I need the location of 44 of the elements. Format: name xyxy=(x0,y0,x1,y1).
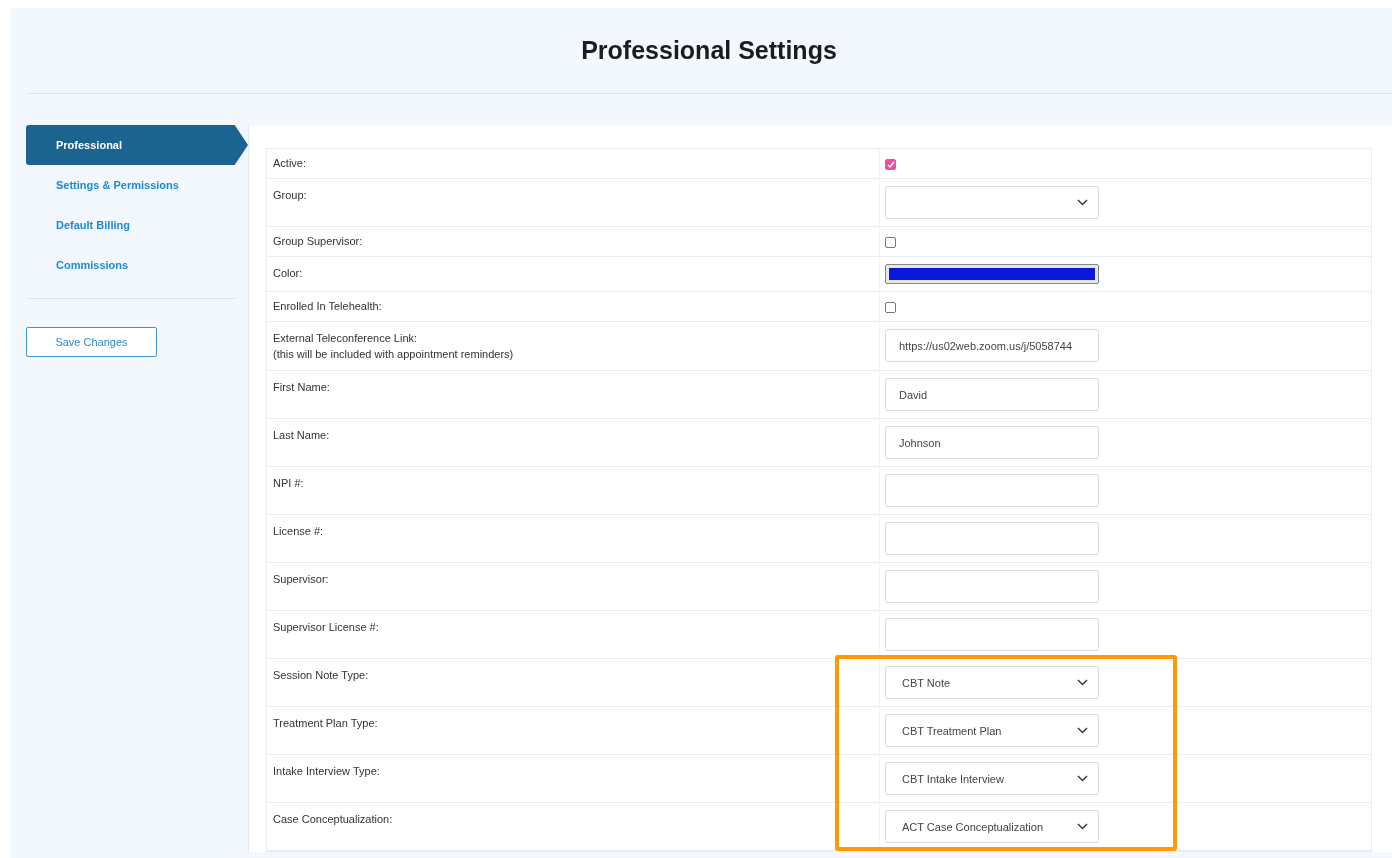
field-label: Treatment Plan Type: xyxy=(273,716,379,731)
chevron-down-icon xyxy=(1077,775,1088,782)
field-label: Enrolled In Telehealth: xyxy=(273,299,383,314)
text-field[interactable]: https://us02web.zoom.us/j/5058744 xyxy=(885,329,1099,362)
save-changes-button[interactable]: Save Changes xyxy=(26,327,157,357)
sidebar-tab[interactable]: Default Billing xyxy=(26,205,234,245)
chevron-down-icon xyxy=(1077,679,1088,686)
field-label: Supervisor: xyxy=(273,572,330,587)
field-label: Supervisor License #: xyxy=(273,620,380,635)
field-label: License #: xyxy=(273,524,325,539)
dropdown[interactable]: CBT Note xyxy=(885,666,1099,699)
chevron-down-icon xyxy=(1077,199,1088,206)
field-label: Last Name: xyxy=(273,428,331,443)
field-label: First Name: xyxy=(273,380,331,395)
field-label: Group Supervisor: xyxy=(273,234,364,249)
page-title: Professional Settings xyxy=(581,36,837,65)
field-label: Intake Interview Type: xyxy=(273,764,381,779)
text-field[interactable] xyxy=(885,618,1099,651)
field-label: NPI #: xyxy=(273,476,305,491)
text-field[interactable]: Johnson xyxy=(885,426,1099,459)
checkbox[interactable] xyxy=(885,159,896,170)
text-field[interactable] xyxy=(885,522,1099,555)
color-picker[interactable] xyxy=(885,264,1099,284)
text-field[interactable] xyxy=(885,570,1099,603)
sidebar-tab[interactable]: Professional xyxy=(26,125,248,165)
text-field[interactable] xyxy=(885,474,1099,507)
field-label: Group: xyxy=(273,188,308,203)
field-label: External Teleconference Link: xyxy=(273,331,419,346)
field-label: Session Note Type: xyxy=(273,668,370,683)
chevron-down-icon xyxy=(1077,727,1088,734)
field-note: (this will be included with appointment reminders) xyxy=(273,347,515,362)
dropdown[interactable]: ACT Case Conceptualization xyxy=(885,810,1099,843)
text-field[interactable]: David xyxy=(885,378,1099,411)
sidebar-tab[interactable]: Settings & Permissions xyxy=(26,165,234,205)
dropdown[interactable]: CBT Treatment Plan xyxy=(885,714,1099,747)
dropdown[interactable]: CBT Intake Interview xyxy=(885,762,1099,795)
field-label: Active: xyxy=(273,156,307,171)
field-label: Case Conceptualization: xyxy=(273,812,394,827)
sidebar-tab[interactable]: Commissions xyxy=(26,245,234,285)
checkbox[interactable] xyxy=(885,237,896,248)
field-label: Color: xyxy=(273,266,304,281)
checkbox[interactable] xyxy=(885,302,896,313)
chevron-down-icon xyxy=(1077,823,1088,830)
dropdown[interactable] xyxy=(885,186,1099,219)
